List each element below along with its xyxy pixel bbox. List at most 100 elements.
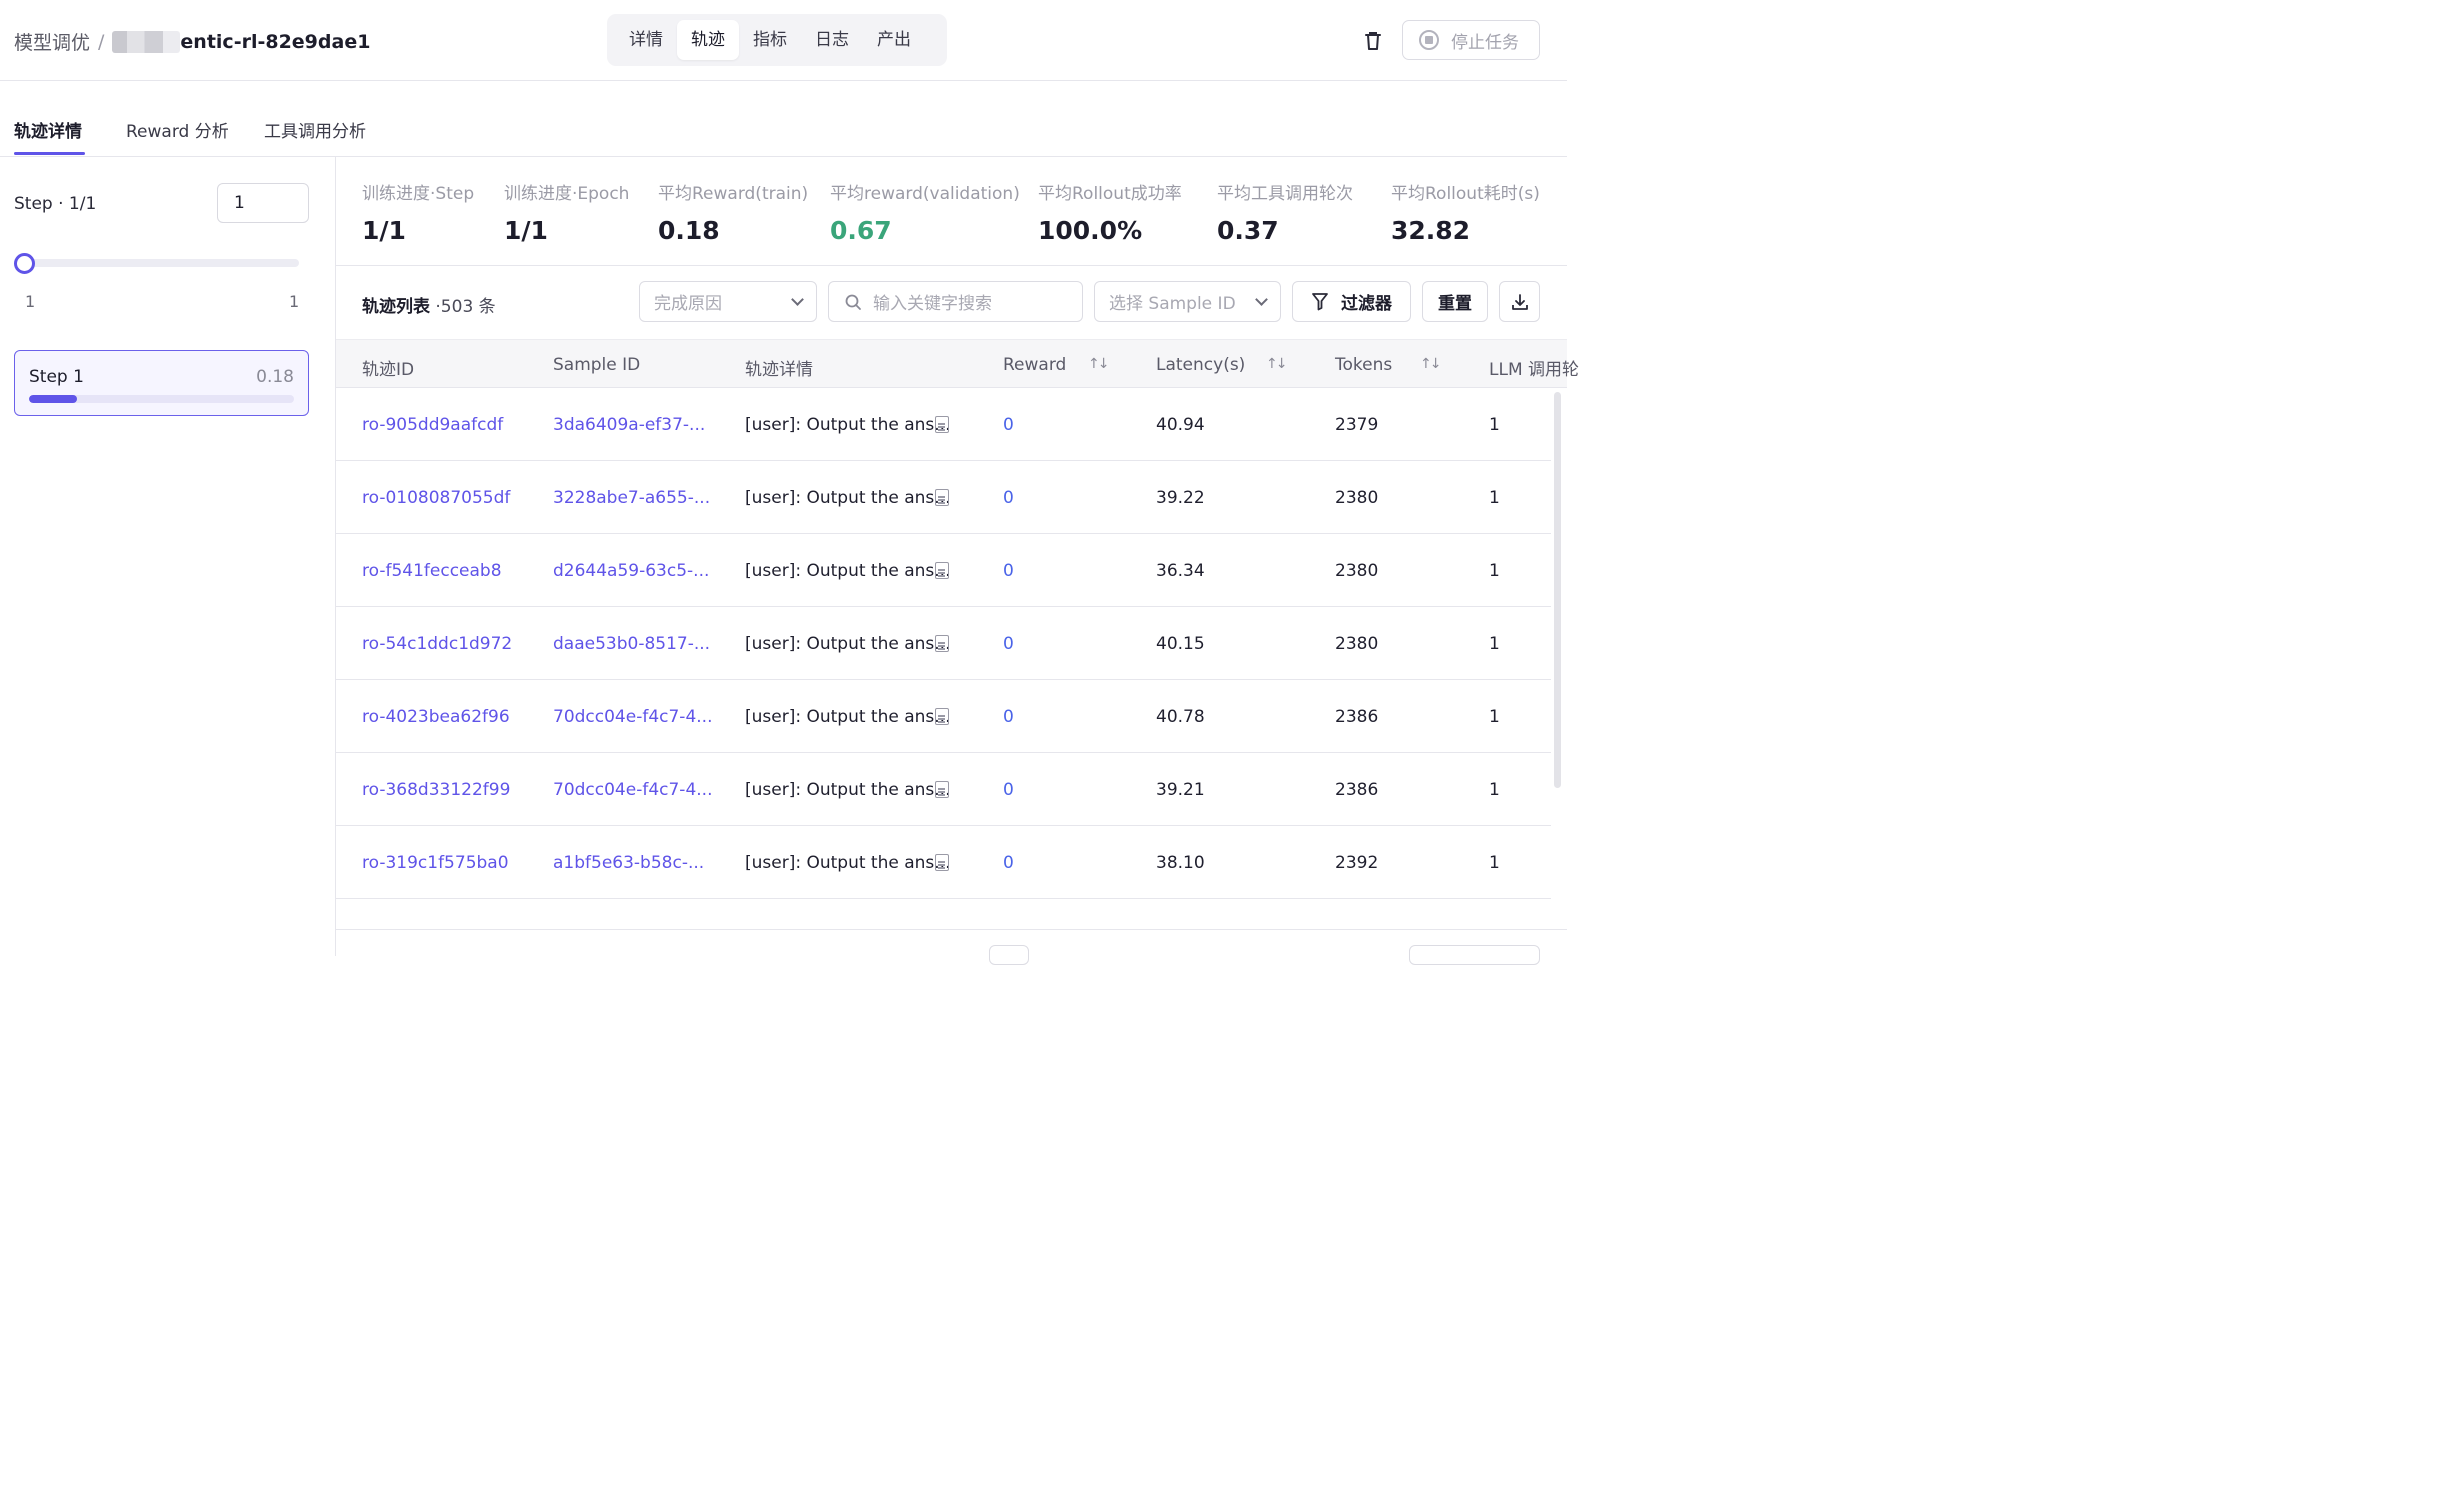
reward-value[interactable]: 0 — [1003, 488, 1014, 508]
trajectory-id-link[interactable]: ro-54c1ddc1d972 — [362, 634, 512, 654]
trajectory-detail: [user]: Output the ans... — [745, 415, 951, 435]
step-card-progress — [29, 395, 294, 403]
slider-min-label: 1 — [25, 292, 36, 311]
chevron-down-icon — [1255, 293, 1268, 306]
table-row[interactable]: ro-54c1ddc1d972 daae53b0-8517-... [user]… — [336, 607, 1551, 680]
tab-trajectory[interactable]: 轨迹 — [677, 20, 739, 60]
trajectory-id-link[interactable]: ro-905dd9aafcdf — [362, 415, 503, 435]
tab-details[interactable]: 详情 — [615, 20, 677, 60]
document-icon[interactable] — [935, 489, 949, 506]
tokens-value: 2379 — [1335, 415, 1379, 435]
page-size-select[interactable] — [1409, 945, 1540, 965]
finish-reason-placeholder: 完成原因 — [654, 294, 722, 314]
metric-step: 训练进度·Step 1/1 — [362, 179, 474, 245]
reward-value[interactable]: 0 — [1003, 853, 1014, 873]
tokens-value: 2380 — [1335, 561, 1379, 581]
breadcrumb-separator: / — [98, 30, 105, 53]
download-button[interactable] — [1499, 281, 1540, 322]
stop-icon — [1419, 30, 1439, 50]
step-card[interactable]: Step 1 0.18 — [14, 350, 309, 416]
reward-value[interactable]: 0 — [1003, 780, 1014, 800]
trajectory-detail: [user]: Output the ans... — [745, 488, 951, 508]
document-icon[interactable] — [935, 416, 949, 433]
trajectory-id-link[interactable]: ro-319c1f575ba0 — [362, 853, 509, 873]
tab-trajectory-details[interactable]: 轨迹详情 — [14, 117, 82, 142]
column-header-id: 轨迹ID — [362, 360, 415, 380]
tab-outputs[interactable]: 产出 — [863, 20, 925, 60]
table-row-partial[interactable] — [336, 899, 1551, 930]
sample-id-link[interactable]: d2644a59-63c5-... — [553, 561, 709, 581]
document-icon[interactable] — [935, 635, 949, 652]
sample-id-link[interactable]: daae53b0-8517-... — [553, 634, 710, 654]
metric-value: 0.18 — [658, 216, 720, 245]
reward-value[interactable]: 0 — [1003, 415, 1014, 435]
delete-button[interactable] — [1360, 28, 1386, 54]
stop-task-button[interactable]: 停止任务 — [1402, 20, 1540, 60]
latency-value: 39.21 — [1156, 780, 1205, 800]
breadcrumb: 模型调优 / entic-rl-82e9dae1 — [14, 28, 370, 55]
metric-value: 32.82 — [1391, 216, 1471, 245]
column-header-detail: 轨迹详情 — [745, 360, 813, 380]
tab-metrics[interactable]: 指标 — [739, 20, 801, 60]
filter-button[interactable]: 过滤器 — [1292, 281, 1411, 322]
document-icon[interactable] — [935, 781, 949, 798]
trajectory-detail: [user]: Output the ans... — [745, 707, 951, 727]
reward-value[interactable]: 0 — [1003, 561, 1014, 581]
sample-id-link[interactable]: 3228abe7-a655-... — [553, 488, 710, 508]
table-row[interactable]: ro-319c1f575ba0 a1bf5e63-b58c-... [user]… — [336, 826, 1551, 899]
sort-icon[interactable]: ↑↓ — [1266, 356, 1288, 372]
tab-reward-analysis[interactable]: Reward 分析 — [126, 117, 229, 142]
llm-calls-value: 1 — [1489, 561, 1500, 581]
metric-value: 1/1 — [362, 216, 406, 245]
metric-value: 0.37 — [1217, 216, 1279, 245]
document-icon[interactable] — [935, 708, 949, 725]
finish-reason-select[interactable]: 完成原因 — [639, 281, 817, 322]
view-tabs: 详情 轨迹 指标 日志 产出 — [607, 14, 947, 66]
search-input[interactable]: 输入关键字搜索 — [828, 281, 1083, 322]
tab-logs[interactable]: 日志 — [801, 20, 863, 60]
latency-value: 40.94 — [1156, 415, 1205, 435]
metric-label: 平均Reward(train) — [658, 184, 809, 204]
sample-id-link[interactable]: a1bf5e63-b58c-... — [553, 853, 704, 873]
sort-icon[interactable]: ↑↓ — [1420, 356, 1442, 372]
table-row[interactable]: ro-368d33122f99 70dcc04e-f4c7-4... [user… — [336, 753, 1551, 826]
trajectory-id-link[interactable]: ro-4023bea62f96 — [362, 707, 510, 727]
metrics-bar: 训练进度·Step 1/1 训练进度·Epoch 1/1 平均Reward(tr… — [336, 157, 1567, 266]
reset-button[interactable]: 重置 — [1422, 281, 1488, 322]
step-label: Step · 1/1 — [14, 194, 97, 214]
metric-label: 训练进度·Epoch — [504, 184, 630, 204]
table-scrollbar[interactable] — [1554, 392, 1561, 788]
trajectory-id-link[interactable]: ro-368d33122f99 — [362, 780, 510, 800]
trajectory-detail: [user]: Output the ans... — [745, 561, 951, 581]
table-row[interactable]: ro-0108087055df 3228abe7-a655-... [user]… — [336, 461, 1551, 534]
trajectory-id-link[interactable]: ro-f541fecceab8 — [362, 561, 502, 581]
breadcrumb-root[interactable]: 模型调优 — [14, 28, 90, 55]
sample-id-link[interactable]: 70dcc04e-f4c7-4... — [553, 780, 712, 800]
step-input[interactable]: 1 — [217, 183, 309, 223]
step-slider-thumb[interactable] — [14, 253, 35, 274]
table-row[interactable]: ro-905dd9aafcdf 3da6409a-ef37-... [user]… — [336, 388, 1551, 461]
sample-id-link[interactable]: 70dcc04e-f4c7-4... — [553, 707, 712, 727]
sample-id-placeholder: 选择 Sample ID — [1109, 294, 1236, 314]
latency-value: 40.78 — [1156, 707, 1205, 727]
document-icon[interactable] — [935, 562, 949, 579]
reward-value[interactable]: 0 — [1003, 707, 1014, 727]
sample-id-select[interactable]: 选择 Sample ID — [1094, 281, 1281, 322]
document-icon[interactable] — [935, 854, 949, 871]
llm-calls-value: 1 — [1489, 634, 1500, 654]
table-row[interactable]: ro-4023bea62f96 70dcc04e-f4c7-4... [user… — [336, 680, 1551, 753]
reward-value[interactable]: 0 — [1003, 634, 1014, 654]
tab-tool-call-analysis[interactable]: 工具调用分析 — [264, 117, 366, 142]
pagination-control[interactable] — [989, 945, 1029, 965]
latency-value: 38.10 — [1156, 853, 1205, 873]
trajectory-detail: [user]: Output the ans... — [745, 853, 951, 873]
step-slider-track[interactable] — [24, 259, 299, 267]
trajectory-id-link[interactable]: ro-0108087055df — [362, 488, 510, 508]
table-body: ro-905dd9aafcdf 3da6409a-ef37-... [user]… — [336, 388, 1551, 930]
metric-label: 平均工具调用轮次 — [1217, 184, 1353, 204]
sort-icon[interactable]: ↑↓ — [1088, 356, 1110, 372]
table-row[interactable]: ro-f541fecceab8 d2644a59-63c5-... [user]… — [336, 534, 1551, 607]
llm-calls-value: 1 — [1489, 780, 1500, 800]
llm-calls-value: 1 — [1489, 853, 1500, 873]
sample-id-link[interactable]: 3da6409a-ef37-... — [553, 415, 705, 435]
